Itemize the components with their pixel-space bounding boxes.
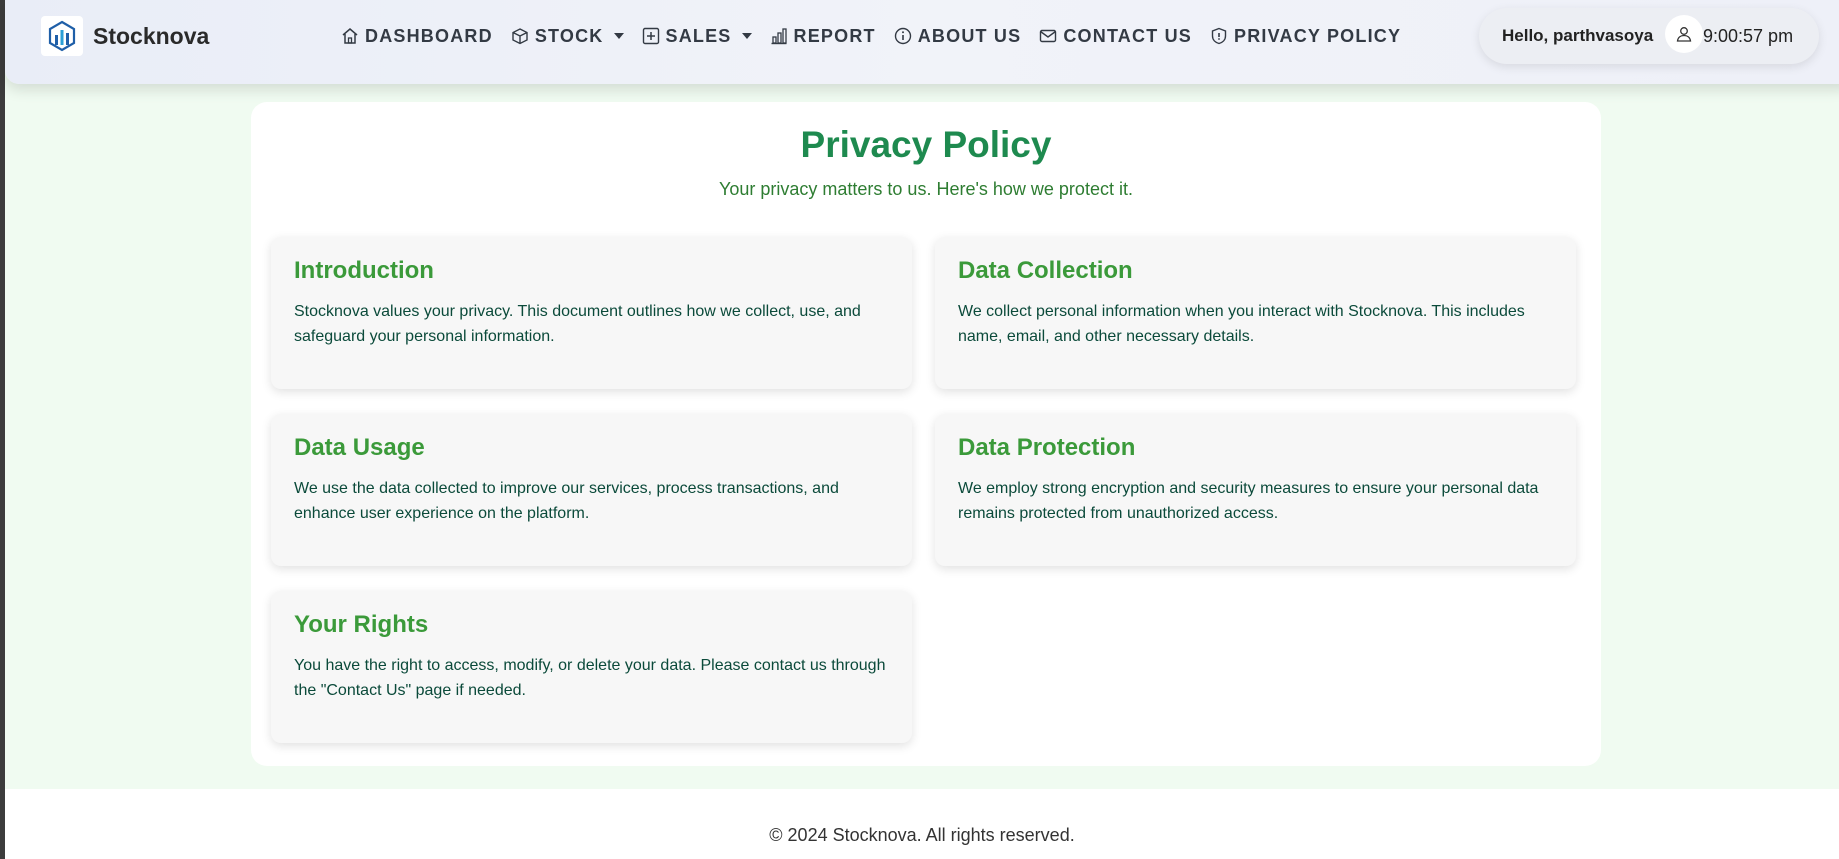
nav-links: DASHBOARD STOCK SALES REPORT ABOUT US CO… [341,0,1419,72]
home-icon [342,28,358,44]
nav-sales[interactable]: SALES [642,26,752,47]
section-title: Introduction [294,257,434,284]
nav-sales-label: SALES [665,25,732,46]
section-data-protection: Data Protection We employ strong encrypt… [935,414,1576,566]
user-greeting: Hello, parthvasoya [1502,26,1654,45]
section-title: Data Protection [958,434,1136,461]
envelope-icon [1040,29,1057,43]
top-navbar: Stocknova DASHBOARD STOCK SALES REPORT A… [5,0,1839,84]
section-introduction: Introduction Stocknova values your priva… [271,237,912,389]
shield-icon [1211,27,1227,45]
section-body: We employ strong encryption and security… [958,480,1539,522]
nav-stock[interactable]: STOCK [511,26,624,47]
bar-chart-icon [771,28,787,45]
section-body: You have the right to access, modify, or… [294,657,886,699]
section-title: Your Rights [294,611,429,638]
section-body: Stocknova values your privacy. This docu… [294,303,861,345]
clock-time: 9:00:57 pm [1703,26,1794,46]
nav-about-us-label: ABOUT US [917,25,1022,46]
chevron-down-icon [613,33,624,39]
nav-report-label: REPORT [793,25,876,46]
section-your-rights: Your Rights You have the right to access… [271,591,912,743]
footer: © 2024 Stocknova. All rights reserved. [5,789,1839,859]
box-icon [512,28,528,45]
brand-name: Stocknova [93,22,210,49]
section-data-collection: Data Collection We collect personal info… [935,237,1576,389]
section-title: Data Collection [958,257,1133,284]
chevron-down-icon [741,33,752,39]
section-data-usage: Data Usage We use the data collected to … [271,414,912,566]
page-title: Privacy Policy [800,124,1052,165]
nav-about-us[interactable]: ABOUT US [894,26,1022,47]
footer-copyright: © 2024 Stocknova. All rights reserved. [769,825,1075,845]
info-icon [894,27,911,45]
user-menu[interactable]: Hello, parthvasoya 9:00:57 pm [1479,8,1819,64]
section-body: We use the data collected to improve our… [294,480,839,522]
privacy-policy-card: Privacy Policy Your privacy matters to u… [251,102,1601,766]
plus-square-icon [642,27,659,45]
nav-contact-us-label: CONTACT US [1063,25,1193,46]
nav-report[interactable]: REPORT [770,26,876,47]
stocknova-logo-icon [41,16,83,56]
page-subtitle: Your privacy matters to us. Here's how w… [719,179,1133,199]
nav-contact-us[interactable]: CONTACT US [1039,26,1192,47]
brand[interactable]: Stocknova [41,16,209,56]
nav-stock-label: STOCK [534,25,604,46]
section-title: Data Usage [294,434,425,461]
section-body: We collect personal information when you… [958,303,1525,345]
person-icon [1676,27,1692,42]
nav-privacy-policy-label: PRIVACY POLICY [1234,25,1402,46]
avatar[interactable] [1665,15,1703,53]
nav-privacy-policy[interactable]: PRIVACY POLICY [1210,26,1401,47]
nav-dashboard-label: DASHBOARD [365,25,493,46]
nav-dashboard[interactable]: DASHBOARD [341,26,493,47]
